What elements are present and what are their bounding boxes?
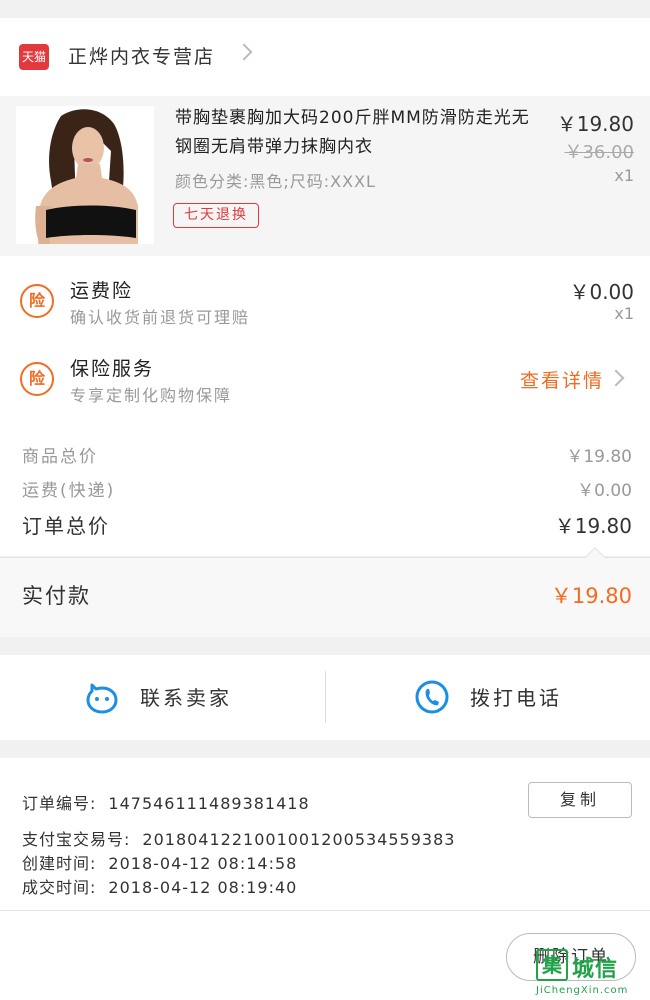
paid-amount-value: ￥19.80 (550, 584, 632, 608)
contact-seller-button[interactable]: 联系卖家 (0, 655, 325, 740)
product-title[interactable]: 带胸垫裹胸加大码200斤胖MM防滑防走光无钢圈无肩带弹力抹胸内衣 (175, 104, 535, 162)
tmall-logo: 天猫 (19, 44, 49, 70)
order-number-value: 147546111489381418 (108, 794, 310, 813)
chat-icon (86, 683, 118, 714)
chevron-right-icon[interactable] (235, 43, 253, 61)
order-total-value: ￥19.80 (554, 514, 632, 538)
product-item[interactable]: 带胸垫裹胸加大码200斤胖MM防滑防走光无钢圈无肩带弹力抹胸内衣 颜色分类:黑色… (0, 96, 650, 256)
insurance-icon: 险 (20, 284, 54, 318)
view-details-link[interactable]: 查看详情 (520, 366, 604, 393)
closed-time-row: 成交时间: 2018-04-12 08:19:40 (22, 874, 297, 898)
shipping-insurance-price: ￥0.00 (569, 280, 634, 304)
shipping-fee-label: 运费(快递) (22, 481, 116, 501)
shipping-insurance-quantity: x1 (614, 304, 634, 323)
order-total-label: 订单总价 (22, 514, 110, 538)
contact-bar: 联系卖家 拨打电话 (0, 655, 650, 740)
shipping-insurance-title: 运费险 (70, 280, 134, 302)
paid-amount-label: 实付款 (22, 584, 91, 608)
chevron-right-icon[interactable] (607, 369, 625, 387)
product-attributes: 颜色分类:黑色;尺码:XXXL (175, 172, 376, 191)
product-image[interactable] (16, 106, 154, 244)
product-original-price: ￥36.00 (564, 142, 634, 163)
store-name[interactable]: 正烨内衣专营店 (68, 42, 215, 69)
created-time-value: 2018-04-12 08:14:58 (108, 854, 298, 873)
watermark-box: 集 (536, 949, 568, 981)
created-time-label: 创建时间: (22, 854, 97, 873)
order-number-label: 订单编号: (22, 794, 97, 813)
alipay-trade-row: 支付宝交易号: 2018041221001001200534559383 (22, 826, 455, 850)
store-header[interactable]: 天猫 正烨内衣专营店 (0, 18, 650, 96)
paid-amount-section: 实付款 ￥19.80 (0, 547, 650, 637)
order-info-section: 订单编号: 147546111489381418 复制 支付宝交易号: 201804… (0, 758, 650, 910)
goods-total-value: ￥19.80 (566, 447, 632, 467)
bottom-actions: 删除订单 集 城信 JiChengXin.com (0, 910, 650, 1000)
closed-time-value: 2018-04-12 08:19:40 (108, 878, 298, 897)
alipay-trade-value: 2018041221001001200534559383 (142, 830, 456, 849)
insurance-service-subtitle: 专享定制化购物保障 (70, 386, 233, 405)
call-phone-button[interactable]: 拨打电话 (326, 655, 650, 740)
insurance-service-title: 保险服务 (70, 358, 155, 380)
alipay-trade-label: 支付宝交易号: (22, 830, 131, 849)
watermark-url: JiChengXin.com (536, 985, 629, 996)
services-section: 险 运费险 确认收货前退货可理赔 ￥0.00 x1 险 保险服务 专享定制化购物… (0, 256, 650, 556)
contact-seller-label: 联系卖家 (140, 686, 232, 710)
order-number-row: 订单编号: 147546111489381418 (22, 790, 310, 814)
insurance-icon: 险 (20, 362, 54, 396)
watermark-text: 城信 (572, 957, 619, 982)
return-policy-badge: 七天退换 (173, 203, 259, 228)
product-quantity: x1 (614, 166, 634, 185)
created-time-row: 创建时间: 2018-04-12 08:14:58 (22, 850, 297, 874)
goods-total-label: 商品总价 (22, 447, 98, 467)
shipping-fee-value: ￥0.00 (577, 481, 632, 501)
closed-time-label: 成交时间: (22, 878, 97, 897)
shipping-insurance-subtitle: 确认收货前退货可理赔 (70, 308, 251, 327)
phone-icon (415, 680, 449, 714)
copy-button[interactable]: 复制 (528, 782, 632, 818)
watermark-logo: 集 城信 JiChengXin.com (528, 943, 648, 1000)
call-phone-label: 拨打电话 (470, 686, 562, 710)
product-price: ￥19.80 (556, 112, 634, 136)
